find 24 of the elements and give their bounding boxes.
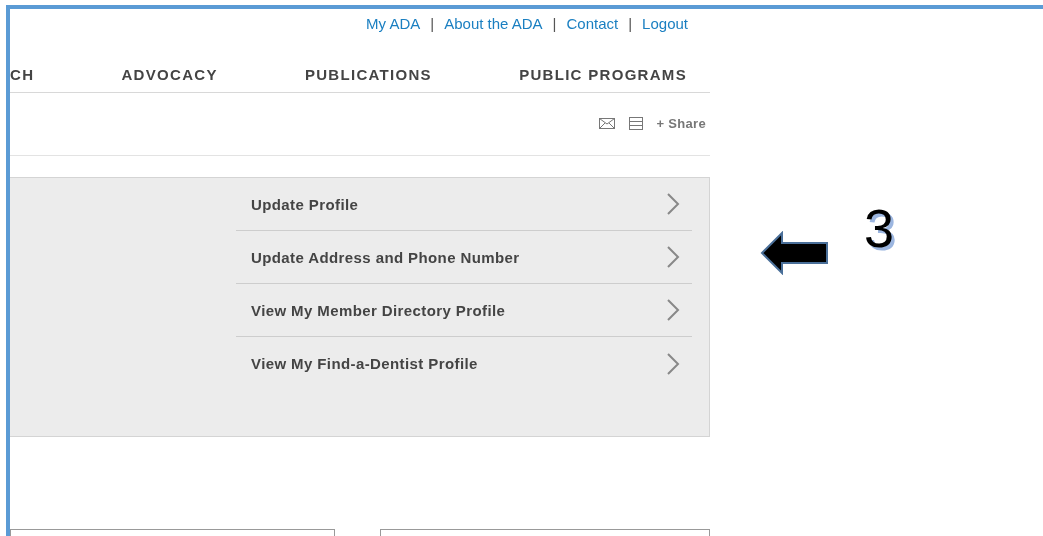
nav-link[interactable]: ADVOCACY xyxy=(121,65,218,83)
share-link[interactable]: + Share xyxy=(656,116,706,132)
link-separator: | xyxy=(430,15,435,33)
chevron-icon xyxy=(666,298,680,323)
menu-item[interactable]: View My Member Directory Profile xyxy=(236,284,692,338)
link-separator: | xyxy=(552,15,557,33)
menu-item[interactable]: Update Address and Phone Number xyxy=(236,231,692,285)
nav-link[interactable]: PUBLICATIONS xyxy=(304,65,432,83)
chevron-icon xyxy=(666,245,680,270)
chevron-icon xyxy=(666,351,680,376)
header-link[interactable]: Logout xyxy=(642,15,688,33)
chevron-icon xyxy=(666,192,680,217)
header-link[interactable]: My ADA xyxy=(366,15,421,33)
menu-item[interactable]: View My Find-a-Dentist Profile xyxy=(236,337,692,391)
email-icon[interactable] xyxy=(598,118,615,130)
left-arrow-icon xyxy=(760,231,830,275)
print-icon[interactable] xyxy=(628,117,643,131)
header-link[interactable]: Contact xyxy=(566,15,619,33)
nav-link[interactable]: CH xyxy=(10,65,35,83)
header-link[interactable]: About the ADA xyxy=(444,15,543,33)
step-number: 3 xyxy=(864,201,895,255)
menu-item[interactable]: Update Profile xyxy=(236,178,692,232)
link-separator: | xyxy=(628,15,633,33)
nav-link[interactable]: PUBLIC PROGRAMS xyxy=(519,65,687,83)
